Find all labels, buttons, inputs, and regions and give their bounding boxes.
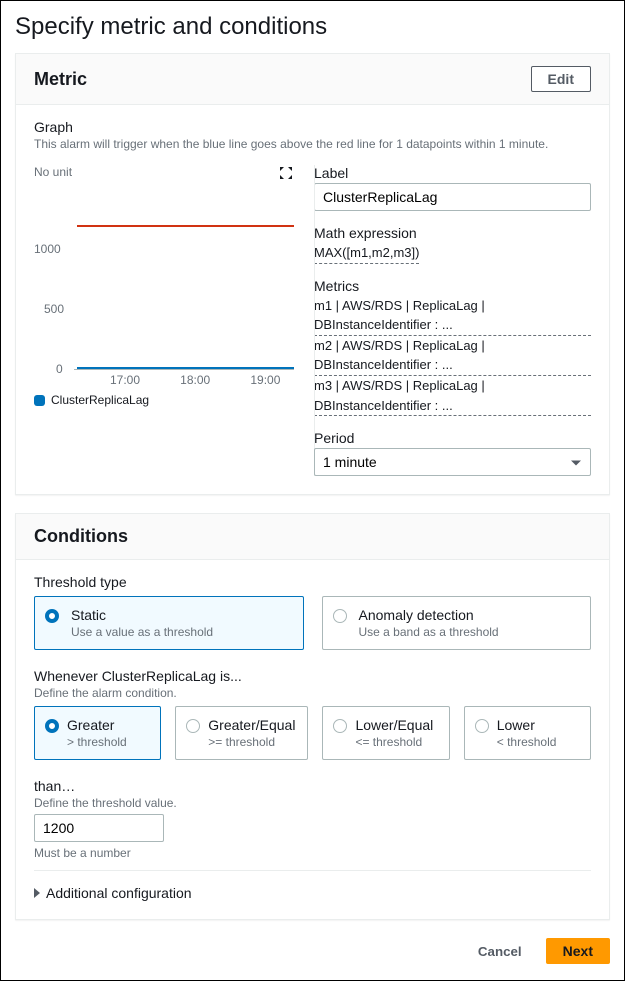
- threshold-type-anomaly[interactable]: Anomaly detection Use a band as a thresh…: [322, 596, 592, 650]
- tile-subtitle: > threshold: [67, 735, 148, 749]
- radio-icon: [45, 719, 59, 733]
- tile-title: Static: [71, 607, 291, 623]
- threshold-type-static[interactable]: Static Use a value as a threshold: [34, 596, 304, 650]
- chart-legend: ClusterReplicaLag: [34, 393, 294, 407]
- period-select[interactable]: 1 minute: [314, 448, 591, 476]
- than-constraint: Must be a number: [34, 846, 591, 860]
- threshold-value-input[interactable]: [34, 814, 164, 842]
- whenever-hint: Define the alarm condition.: [34, 686, 591, 700]
- radio-icon: [475, 719, 489, 733]
- than-heading: than…: [34, 778, 591, 794]
- chart: 1000 500 0 17:00 18:00 19:00: [34, 189, 294, 389]
- page-title: Specify metric and conditions: [15, 13, 610, 41]
- cancel-button[interactable]: Cancel: [462, 940, 538, 963]
- next-button[interactable]: Next: [546, 938, 610, 964]
- tile-subtitle: Use a band as a threshold: [359, 625, 579, 639]
- tile-title: Greater/Equal: [208, 717, 295, 733]
- edit-button[interactable]: Edit: [531, 66, 591, 92]
- threshold-type-heading: Threshold type: [34, 574, 591, 590]
- metric-link-m3[interactable]: m3 | AWS/RDS | ReplicaLag | DBInstanceId…: [314, 376, 591, 416]
- label-heading: Label: [314, 165, 591, 181]
- unit-label: No unit: [34, 165, 72, 179]
- conditions-panel: Conditions Threshold type Static Use a v…: [15, 513, 610, 920]
- graph-heading: Graph: [34, 119, 591, 135]
- x-tick: 18:00: [180, 373, 210, 387]
- y-tick: 1000: [34, 242, 61, 256]
- metric-link-m2[interactable]: m2 | AWS/RDS | ReplicaLag | DBInstanceId…: [314, 336, 591, 376]
- than-hint: Define the threshold value.: [34, 796, 591, 810]
- tile-subtitle: Use a value as a threshold: [71, 625, 291, 639]
- math-heading: Math expression: [314, 225, 591, 241]
- tile-subtitle: <= threshold: [355, 735, 436, 749]
- x-tick: 19:00: [250, 373, 280, 387]
- tile-subtitle: >= threshold: [208, 735, 295, 749]
- radio-icon: [333, 719, 347, 733]
- legend-label: ClusterReplicaLag: [51, 393, 149, 407]
- conditions-panel-title: Conditions: [34, 526, 128, 547]
- radio-icon: [333, 609, 347, 623]
- x-axis: [74, 369, 294, 370]
- math-expression-link[interactable]: MAX([m1,m2,m3]): [314, 243, 419, 264]
- radio-icon: [186, 719, 200, 733]
- tile-title: Lower: [497, 717, 578, 733]
- tile-title: Lower/Equal: [355, 717, 436, 733]
- metric-line: [77, 367, 294, 369]
- y-tick: 0: [56, 362, 63, 376]
- metric-label-input[interactable]: [314, 183, 591, 211]
- operator-greater[interactable]: Greater > threshold: [34, 706, 161, 760]
- tile-title: Greater: [67, 717, 148, 733]
- period-heading: Period: [314, 430, 591, 446]
- metric-panel-title: Metric: [34, 69, 87, 90]
- radio-icon: [45, 609, 59, 623]
- metrics-heading: Metrics: [314, 278, 591, 294]
- additional-config-label: Additional configuration: [46, 885, 192, 901]
- whenever-heading: Whenever ClusterReplicaLag is...: [34, 668, 591, 684]
- x-tick: 17:00: [110, 373, 140, 387]
- threshold-line: [77, 225, 294, 227]
- operator-lower[interactable]: Lower < threshold: [464, 706, 591, 760]
- graph-hint: This alarm will trigger when the blue li…: [34, 137, 591, 151]
- metric-panel: Metric Edit Graph This alarm will trigge…: [15, 53, 610, 495]
- additional-configuration-toggle[interactable]: Additional configuration: [34, 870, 591, 901]
- metric-link-m1[interactable]: m1 | AWS/RDS | ReplicaLag | DBInstanceId…: [314, 296, 591, 336]
- graph-area: No unit 1000 500 0: [34, 165, 294, 476]
- operator-greater-equal[interactable]: Greater/Equal >= threshold: [175, 706, 308, 760]
- y-tick: 500: [44, 302, 64, 316]
- operator-lower-equal[interactable]: Lower/Equal <= threshold: [322, 706, 449, 760]
- tile-subtitle: < threshold: [497, 735, 578, 749]
- legend-dot-icon: [34, 395, 45, 406]
- expand-icon[interactable]: [278, 165, 294, 181]
- tile-title: Anomaly detection: [359, 607, 579, 623]
